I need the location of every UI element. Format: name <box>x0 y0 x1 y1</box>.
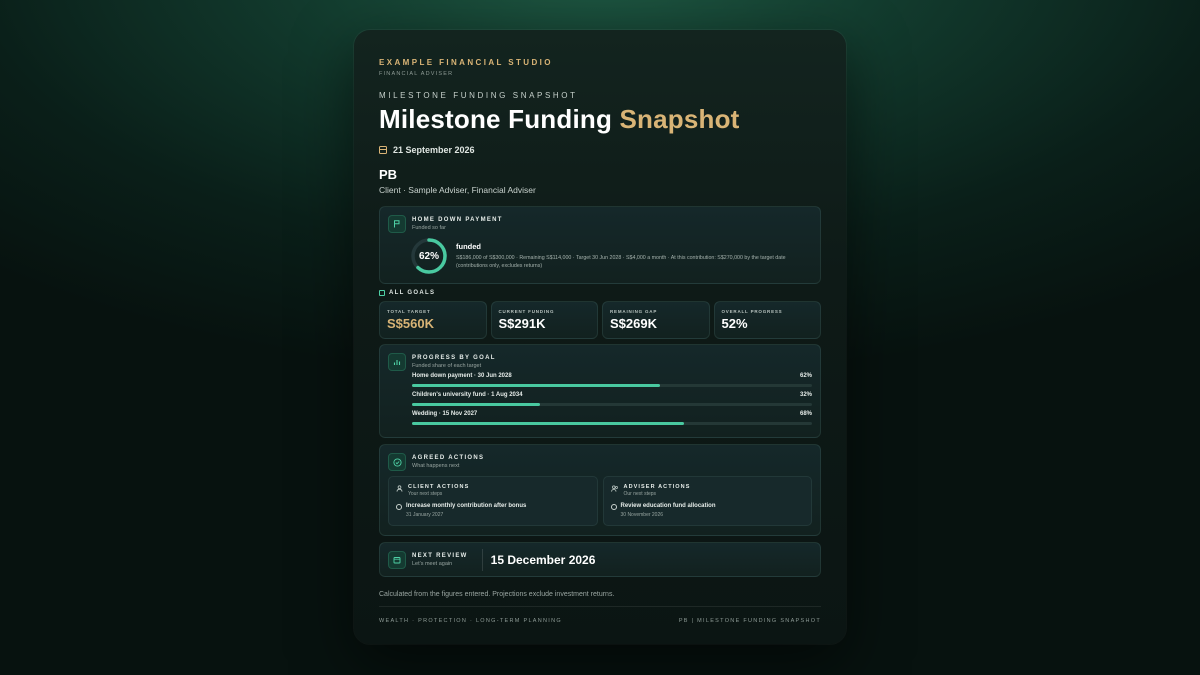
report-date: 21 September 2026 <box>393 145 475 155</box>
adviser-action-date: 30 November 2026 <box>620 512 664 518</box>
adviser-action-item[interactable]: Review education fund allocation 30 Nove… <box>610 503 805 518</box>
stack-icon <box>379 290 385 296</box>
progress-by-goal-panel: PROGRESS BY GOAL Funded share of each ta… <box>379 344 821 438</box>
footer-divider <box>379 606 821 607</box>
check-circle-icon <box>388 453 406 471</box>
user-icon <box>396 485 403 494</box>
goal-progress-row: Children's university fund · 1 Aug 2034 3… <box>412 392 812 406</box>
review-title: NEXT REVIEW <box>412 552 468 559</box>
client-actions-subtitle: Your next steps <box>408 491 443 497</box>
progress-track <box>412 422 812 425</box>
progress-track <box>412 384 812 387</box>
funded-label: funded <box>456 241 481 251</box>
page-title: Milestone Funding Snapshot <box>379 104 821 135</box>
stat-label: OVERALL PROGRESS <box>721 309 783 314</box>
stat-value: S$269K <box>610 316 657 331</box>
client-action-item[interactable]: Increase monthly contribution after bonu… <box>396 503 590 518</box>
footer-tagline: WEALTH · PROTECTION · LONG-TERM PLANNING <box>379 618 562 624</box>
calendar-icon <box>388 550 406 569</box>
stat-label: TOTAL TARGET <box>387 309 431 314</box>
stats-row: TOTAL TARGET S$560K CURRENT FUNDING S$29… <box>379 301 821 339</box>
client-role-line: Client · Sample Adviser, Financial Advis… <box>379 185 536 195</box>
review-subtitle: Let's meet again <box>412 560 453 567</box>
stat-overall-progress: OVERALL PROGRESS 52% <box>713 301 821 339</box>
review-divider <box>481 548 483 571</box>
footer-doc-label: PB | MILESTONE FUNDING SNAPSHOT <box>678 618 821 624</box>
stat-current-funding: CURRENT FUNDING S$291K <box>490 301 598 339</box>
progress-track <box>412 403 812 406</box>
donut-percent: 62% <box>418 250 439 262</box>
stat-value: S$560K <box>387 316 434 331</box>
client-action-title: Increase monthly contribution after bonu… <box>406 503 527 509</box>
progress-fill <box>412 384 660 387</box>
goal-name: Wedding · 15 Nov 2027 <box>412 411 478 417</box>
bar-chart-icon <box>388 353 406 371</box>
footnote: Calculated from the figures entered. Pro… <box>379 591 615 598</box>
stat-total-target: TOTAL TARGET S$560K <box>379 301 487 339</box>
studio-role: FINANCIAL ADVISER <box>379 71 454 77</box>
adviser-actions-card: ADVISER ACTIONS Our next steps Review ed… <box>602 476 812 526</box>
featured-goal-subtitle: Funded so far <box>412 225 446 231</box>
adviser-action-title: Review education fund allocation <box>620 503 716 509</box>
studio-name: EXAMPLE FINANCIAL STUDIO <box>379 58 553 67</box>
goal-name: Home down payment · 30 Jun 2028 <box>412 373 512 379</box>
goal-percent: 68% <box>799 411 812 417</box>
agreed-actions-panel: AGREED ACTIONS What happens next CLIENT … <box>379 444 821 536</box>
featured-goal-panel: HOME DOWN PAYMENT Funded so far 62% fund… <box>379 206 821 284</box>
goal-name: Children's university fund · 1 Aug 2034 <box>412 392 523 398</box>
adviser-actions-subtitle: Our next steps <box>623 491 657 497</box>
snapshot-card: EXAMPLE FINANCIAL STUDIO FINANCIAL ADVIS… <box>354 30 846 644</box>
progress-fill <box>412 422 684 425</box>
stat-label: CURRENT FUNDING <box>498 309 555 314</box>
all-goals-label-text: ALL GOALS <box>389 290 436 296</box>
footer: WEALTH · PROTECTION · LONG-TERM PLANNING… <box>379 618 821 624</box>
action-checkbox[interactable] <box>610 503 617 510</box>
client-actions-card: CLIENT ACTIONS Your next steps Increase … <box>388 476 598 526</box>
goal-percent: 62% <box>799 373 812 379</box>
actions-title: AGREED ACTIONS <box>412 455 485 461</box>
report-date-row: 21 September 2026 <box>379 145 821 155</box>
next-review-panel: NEXT REVIEW Let's meet again 15 December… <box>379 542 821 577</box>
funding-donut: 62% <box>410 237 448 275</box>
page-eyebrow: MILESTONE FUNDING SNAPSHOT <box>379 91 578 100</box>
client-initials: PB <box>379 167 398 182</box>
stat-value: 52% <box>721 316 748 331</box>
funded-detail: S$186,000 of S$300,000 · Remaining S$114… <box>456 254 786 269</box>
calendar-icon <box>379 146 387 154</box>
flag-icon <box>388 215 406 233</box>
actions-subtitle: What happens next <box>412 463 460 469</box>
page-title-main: Milestone Funding <box>379 104 620 134</box>
users-icon <box>610 485 619 494</box>
stat-remaining-gap: REMAINING GAP S$269K <box>602 301 710 339</box>
goal-percent: 32% <box>799 392 812 398</box>
stat-value: S$291K <box>498 316 546 331</box>
stat-label: REMAINING GAP <box>610 309 658 314</box>
featured-goal-title: HOME DOWN PAYMENT <box>412 217 503 223</box>
progress-subtitle: Funded share of each target <box>412 363 482 369</box>
adviser-actions-title: ADVISER ACTIONS <box>623 484 691 490</box>
goal-progress-row: Home down payment · 30 Jun 2028 62% <box>412 373 812 387</box>
goal-progress-row: Wedding · 15 Nov 2027 68% <box>412 411 812 425</box>
progress-fill <box>412 403 540 406</box>
progress-title: PROGRESS BY GOAL <box>412 355 496 361</box>
review-date: 15 December 2026 <box>490 552 596 567</box>
client-action-date: 31 January 2027 <box>406 512 444 518</box>
action-checkbox[interactable] <box>396 503 402 510</box>
page-title-accent: Snapshot <box>619 104 740 134</box>
all-goals-label: ALL GOALS <box>379 290 821 296</box>
client-actions-title: CLIENT ACTIONS <box>408 484 470 490</box>
